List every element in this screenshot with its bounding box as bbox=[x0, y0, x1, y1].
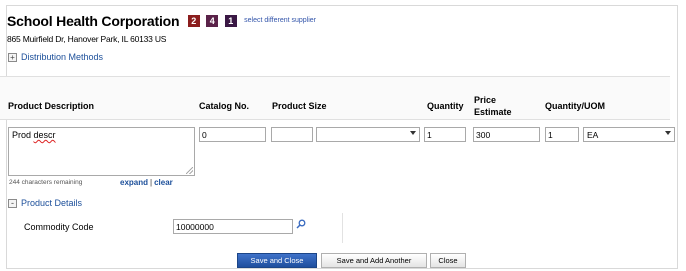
product-size-input[interactable] bbox=[271, 127, 313, 142]
clear-link[interactable]: clear bbox=[154, 178, 173, 187]
column-header-price-line2: Estimate bbox=[474, 107, 512, 117]
quantity-input[interactable]: 1 bbox=[424, 127, 466, 142]
description-actions: expand | clear bbox=[120, 178, 173, 187]
price-estimate-input[interactable]: 300 bbox=[473, 127, 540, 142]
expand-icon: + bbox=[8, 53, 17, 63]
expand-link[interactable]: expand bbox=[120, 178, 148, 187]
close-button[interactable]: Close bbox=[430, 253, 466, 268]
column-header-catalog-no: Catalog No. bbox=[199, 101, 250, 111]
distribution-methods-label: Distribution Methods bbox=[21, 52, 104, 62]
link-separator: | bbox=[150, 178, 153, 187]
catalog-no-input[interactable]: 0 bbox=[199, 127, 266, 142]
product-description-misspelled-word: descr bbox=[33, 130, 56, 140]
supplier-rating-badge: 2 bbox=[187, 14, 200, 27]
characters-remaining: 244 characters remaining bbox=[9, 179, 83, 186]
column-header-product-description: Product Description bbox=[8, 101, 95, 111]
supplier-name: School Health Corporation bbox=[7, 12, 180, 29]
column-header-price-line1: Price bbox=[474, 95, 497, 105]
search-icon[interactable] bbox=[296, 219, 306, 229]
supplier-header: School Health Corporation 2 4 1 select d… bbox=[7, 12, 316, 32]
commodity-code-input[interactable]: 10000000 bbox=[173, 219, 293, 234]
save-and-close-button[interactable]: Save and Close bbox=[237, 253, 317, 268]
uom-select-value: EA bbox=[587, 130, 599, 140]
chevron-down-icon bbox=[410, 131, 416, 135]
product-table-header bbox=[0, 76, 670, 120]
product-description-text: Prod bbox=[12, 130, 34, 140]
column-header-quantity: Quantity bbox=[427, 101, 464, 111]
supplier-address: 865 Muirfield Dr, Hanover Park, IL 60133… bbox=[7, 34, 167, 44]
column-header-product-size: Product Size bbox=[272, 101, 327, 111]
product-description-textarea[interactable]: Prod descr bbox=[8, 127, 195, 176]
column-header-quantity-uom: Quantity/UOM bbox=[545, 101, 605, 111]
commodity-code-label: Commodity Code bbox=[24, 222, 94, 232]
uom-quantity-input[interactable]: 1 bbox=[545, 127, 579, 142]
supplier-rating-badge: 1 bbox=[224, 14, 237, 27]
distribution-methods-toggle[interactable]: + Distribution Methods bbox=[8, 52, 104, 63]
resize-grip-icon[interactable] bbox=[186, 167, 193, 174]
collapse-icon: - bbox=[8, 199, 17, 209]
chevron-down-icon bbox=[665, 131, 671, 135]
uom-select[interactable]: EA bbox=[583, 127, 675, 142]
select-different-supplier-link[interactable]: select different supplier bbox=[244, 17, 316, 24]
product-details-toggle[interactable]: - Product Details bbox=[8, 198, 83, 209]
supplier-rating-badge: 4 bbox=[206, 14, 219, 27]
product-details-label: Product Details bbox=[21, 198, 83, 208]
section-divider bbox=[342, 213, 343, 243]
product-size-unit-select[interactable] bbox=[316, 127, 420, 142]
save-and-add-another-button[interactable]: Save and Add Another bbox=[321, 253, 427, 268]
